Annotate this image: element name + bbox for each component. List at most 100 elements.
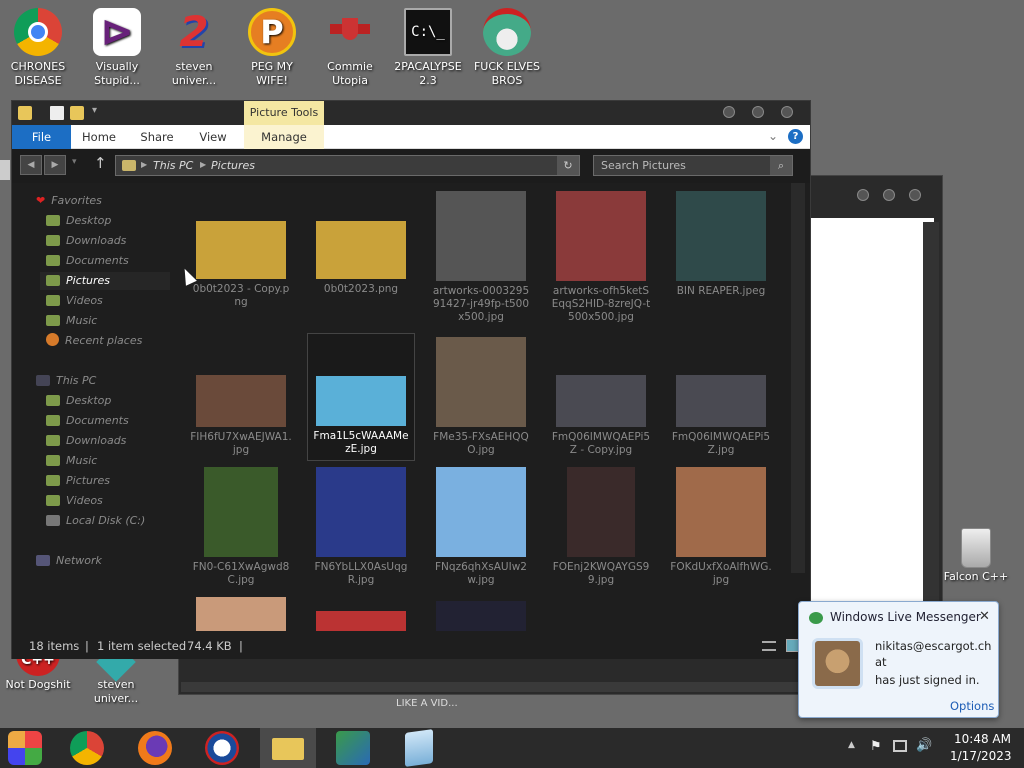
- search-icon[interactable]: ⌕: [770, 156, 792, 175]
- volume-icon[interactable]: 🔊: [916, 738, 932, 753]
- chevron-down-icon[interactable]: ▾: [92, 105, 97, 116]
- sidebar-item-recent-places[interactable]: Recent places: [46, 332, 142, 350]
- messenger-notification[interactable]: Windows Live Messenger ✕ nikitas@escargo…: [798, 601, 999, 718]
- breadcrumb-pictures[interactable]: Pictures: [211, 159, 255, 172]
- file-tile[interactable]: FmQ06IMWQAEPi5Z.jpg: [667, 333, 775, 461]
- file-tile[interactable]: FOEnj2KWQAYGS99.jpg: [547, 463, 655, 591]
- sidebar-item-label: Music: [66, 314, 98, 327]
- horizontal-scrollbar[interactable]: [181, 682, 801, 692]
- file-tile[interactable]: artworks-ofh5ketSEqqS2HID-8zreJQ-t500x50…: [547, 187, 655, 323]
- desktop-icon-commie-utopia[interactable]: Commie Utopia: [312, 8, 388, 88]
- firefox-icon[interactable]: [138, 731, 172, 765]
- network-icon[interactable]: [893, 740, 907, 752]
- sidebar-this-pc[interactable]: This PC: [36, 372, 96, 390]
- file-tile[interactable]: FIH6fU7XwAEJWA1.jpg: [187, 333, 295, 461]
- sidebar-item-documents-pc[interactable]: Documents: [46, 412, 129, 430]
- details-view-icon[interactable]: [762, 641, 776, 651]
- desktop-icon-2pacalypse[interactable]: C:\_ 2PACALYPSE 2.3: [390, 8, 466, 88]
- vertical-scrollbar[interactable]: [791, 183, 805, 573]
- breadcrumb-this-pc[interactable]: This PC: [153, 159, 193, 172]
- address-bar[interactable]: ▶ This PC ▶ Pictures ↻: [115, 155, 580, 176]
- desktop-icon-peg[interactable]: P PEG MY WIFE!: [234, 8, 310, 88]
- desktop-icon-steven-universe[interactable]: 2 steven univer...: [156, 8, 232, 88]
- show-hidden-icons-icon[interactable]: ▲: [848, 740, 855, 750]
- background-window[interactable]: [808, 175, 943, 646]
- file-tile[interactable]: 0b0t2023.png: [307, 187, 415, 315]
- file-explorer-window[interactable]: ▾ Picture Tools File Home Share View Man…: [11, 100, 811, 659]
- sidebar-item-downloads[interactable]: Downloads: [46, 232, 126, 250]
- folder-icon: [46, 395, 60, 406]
- window-body: [809, 218, 934, 646]
- file-tile[interactable]: BIN REAPER.jpeg: [667, 187, 775, 315]
- file-tile[interactable]: FOKdUxfXoAlfhWG.jpg: [667, 463, 775, 591]
- file-explorer-taskbar-button[interactable]: [260, 728, 316, 768]
- desktop-icon-chrome[interactable]: CHRONES DISEASE: [0, 8, 76, 88]
- clock-date[interactable]: 1/17/2023: [950, 749, 1012, 763]
- desktop-icon-recycle-bin[interactable]: Falcon C++: [938, 528, 1014, 584]
- tab-file[interactable]: File: [12, 125, 71, 149]
- file-name: 0b0t2023.png: [323, 283, 399, 295]
- desktop-icon-visual-studio[interactable]: ⊳ Visually Stupid...: [79, 8, 155, 88]
- tab-view[interactable]: View: [188, 125, 238, 149]
- messenger-icon: [809, 612, 823, 624]
- minimize-button[interactable]: [857, 189, 869, 201]
- flag-icon[interactable]: ⚑: [870, 739, 882, 754]
- options-link[interactable]: Options: [950, 699, 994, 713]
- file-tile[interactable]: [187, 593, 295, 631]
- minimize-button[interactable]: [723, 106, 735, 118]
- tab-share[interactable]: Share: [132, 125, 182, 149]
- tab-manage[interactable]: Manage: [244, 125, 324, 149]
- sidebar-network[interactable]: Network: [36, 552, 102, 570]
- file-tile[interactable]: 0b0t2023 - Copy.png: [187, 187, 295, 315]
- sidebar-item-local-disk[interactable]: Local Disk (C:): [46, 512, 145, 530]
- title-bar[interactable]: ▾ Picture Tools: [12, 101, 810, 125]
- file-tile[interactable]: [307, 593, 415, 631]
- close-button[interactable]: [909, 189, 921, 201]
- refresh-icon[interactable]: ↻: [557, 156, 579, 175]
- search-input[interactable]: Search Pictures ⌕: [593, 155, 793, 176]
- sidebar-item-desktop[interactable]: Desktop: [46, 212, 111, 230]
- recent-locations-icon[interactable]: ▾: [72, 157, 77, 167]
- file-tile[interactable]: [427, 593, 535, 631]
- notes-icon[interactable]: [405, 729, 433, 767]
- messenger-icon[interactable]: [336, 731, 370, 765]
- tab-home[interactable]: Home: [74, 125, 124, 149]
- sidebar-item-downloads-pc[interactable]: Downloads: [46, 432, 126, 450]
- file-tile[interactable]: FmQ06IMWQAEPi5Z - Copy.jpg: [547, 333, 655, 461]
- sidebar-item-desktop-pc[interactable]: Desktop: [46, 392, 111, 410]
- chrome-icon[interactable]: [70, 731, 104, 765]
- avatar[interactable]: [812, 638, 863, 689]
- close-icon[interactable]: ✕: [979, 609, 990, 624]
- obama-logo-icon[interactable]: [205, 731, 239, 765]
- properties-icon[interactable]: [50, 106, 64, 120]
- file-tile[interactable]: FNqz6qhXsAUIw2w.jpg: [427, 463, 535, 591]
- thumbnail: [436, 337, 526, 427]
- scrollbar[interactable]: [923, 222, 939, 612]
- file-tile[interactable]: FMe35-FXsAEHQQO.jpg: [427, 333, 535, 461]
- sidebar-item-music-pc[interactable]: Music: [46, 452, 97, 470]
- sidebar-item-documents[interactable]: Documents: [46, 252, 129, 270]
- file-tile[interactable]: FN6YbLLX0AsUqgR.jpg: [307, 463, 415, 591]
- file-tile[interactable]: artworks-000329591427-jr49fp-t500x500.jp…: [427, 187, 535, 323]
- maximize-button[interactable]: [883, 189, 895, 201]
- file-tile[interactable]: FN0-C61XwAgwd8C.jpg: [187, 463, 295, 591]
- sidebar-item-pictures[interactable]: Pictures: [40, 272, 170, 290]
- sidebar-item-videos-pc[interactable]: Videos: [46, 492, 103, 510]
- close-button[interactable]: [781, 106, 793, 118]
- file-tile-selected[interactable]: Fma1L5cWAAAMezE.jpg: [307, 333, 415, 461]
- ribbon-expand-icon[interactable]: ⌄: [768, 129, 778, 143]
- up-arrow-icon[interactable]: ↑: [94, 154, 107, 172]
- clock-time[interactable]: 10:48 AM: [954, 732, 1011, 746]
- background-window-bottom[interactable]: [178, 655, 810, 695]
- desktop-icon-elves[interactable]: FUCK ELVES BROS: [469, 8, 545, 88]
- back-button[interactable]: ◀: [20, 155, 42, 175]
- help-icon[interactable]: ?: [788, 129, 803, 144]
- sidebar-item-pictures-pc[interactable]: Pictures: [46, 472, 110, 490]
- maximize-button[interactable]: [752, 106, 764, 118]
- forward-button[interactable]: ▶: [44, 155, 66, 175]
- start-button[interactable]: [8, 731, 42, 765]
- sidebar-item-videos[interactable]: Videos: [46, 292, 103, 310]
- sidebar-item-music[interactable]: Music: [46, 312, 97, 330]
- new-folder-icon[interactable]: [70, 106, 84, 120]
- sidebar-favorites[interactable]: ❤ Favorites: [36, 192, 102, 210]
